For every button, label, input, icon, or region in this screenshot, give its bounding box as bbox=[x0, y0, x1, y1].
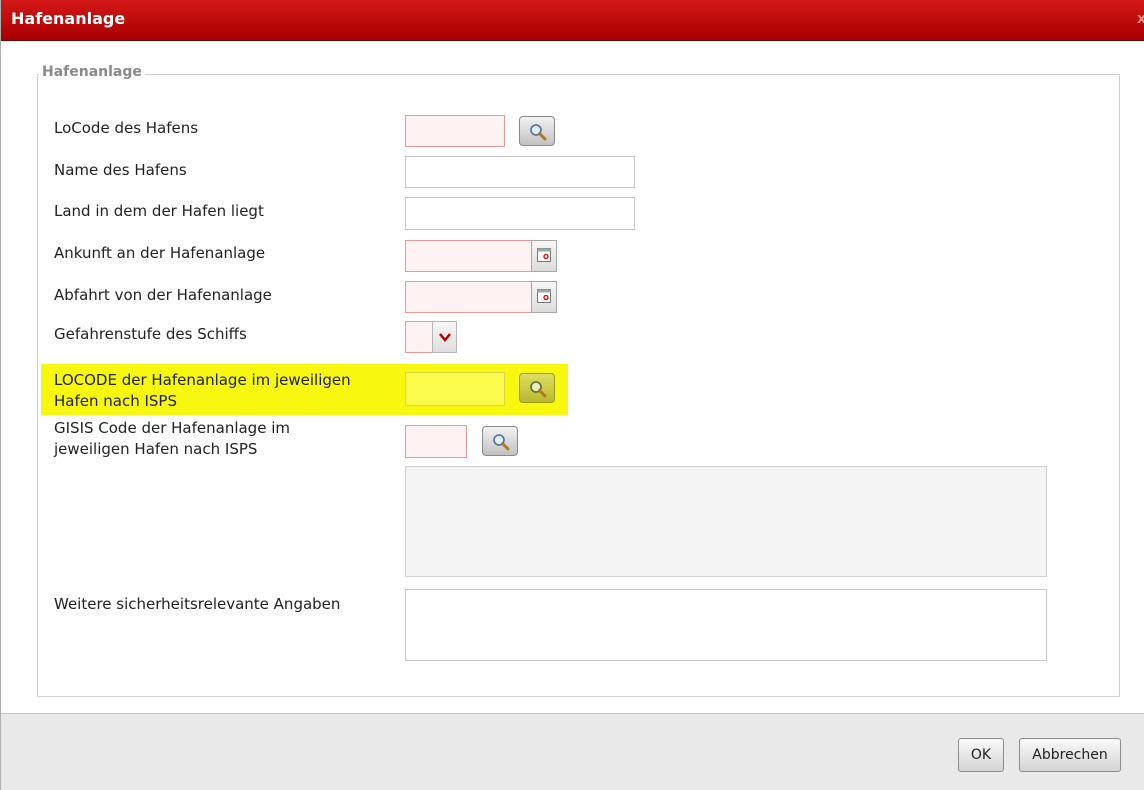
locode-search-button[interactable] bbox=[519, 116, 555, 146]
gisis-code-label-line1: GISIS Code der Hafenanlage im bbox=[54, 419, 290, 437]
close-icon[interactable]: x bbox=[1137, 8, 1144, 30]
security-level-label: Gefahrenstufe des Schiffs bbox=[54, 325, 247, 343]
security-level-dropdown-button[interactable] bbox=[432, 321, 457, 353]
fieldset-legend: Hafenanlage bbox=[39, 64, 145, 80]
arrival-label: Ankunft an der Hafenanlage bbox=[54, 244, 266, 262]
search-icon bbox=[530, 381, 547, 398]
gisis-details-textarea bbox=[405, 466, 1047, 577]
search-icon bbox=[493, 434, 510, 451]
country-input[interactable] bbox=[405, 197, 635, 230]
cancel-button[interactable]: Abbrechen bbox=[1019, 738, 1121, 772]
further-info-label: Weitere sicherheitsrelevante Angaben bbox=[54, 595, 341, 613]
window-title: Hafenanlage bbox=[11, 9, 126, 28]
locode-input[interactable] bbox=[405, 115, 505, 147]
gisis-code-search-button[interactable] bbox=[482, 426, 518, 456]
facility-locode-label-line1: LOCODE der Hafenanlage im jeweiligen bbox=[54, 371, 351, 389]
gisis-code-input[interactable] bbox=[405, 425, 467, 458]
arrival-input[interactable] bbox=[405, 240, 532, 272]
security-level-select[interactable] bbox=[405, 321, 433, 353]
dialog-window: Hafenanlage x Hafenanlage LoCode des Haf… bbox=[0, 0, 1144, 790]
further-info-textarea[interactable] bbox=[405, 589, 1047, 661]
title-bar[interactable]: Hafenanlage x bbox=[1, 0, 1144, 41]
port-name-label: Name des Hafens bbox=[54, 161, 187, 179]
port-name-input[interactable] bbox=[405, 156, 635, 188]
dialog-footer: OK Abbrechen bbox=[1, 713, 1144, 790]
departure-input[interactable] bbox=[405, 281, 532, 313]
departure-date-picker-button[interactable] bbox=[531, 281, 557, 313]
chevron-down-icon bbox=[439, 333, 451, 342]
gisis-code-label-line2: jeweiligen Hafen nach ISPS bbox=[54, 440, 258, 458]
arrival-date-picker-button[interactable] bbox=[531, 240, 557, 272]
facility-locode-label-line2: Hafen nach ISPS bbox=[54, 392, 177, 410]
departure-label: Abfahrt von der Hafenanlage bbox=[54, 286, 272, 304]
calendar-icon bbox=[537, 248, 551, 262]
ok-button[interactable]: OK bbox=[958, 738, 1004, 772]
calendar-icon bbox=[537, 289, 551, 303]
country-label: Land in dem der Hafen liegt bbox=[54, 202, 264, 220]
locode-label: LoCode des Hafens bbox=[54, 119, 199, 137]
search-icon bbox=[530, 124, 547, 141]
facility-locode-search-button[interactable] bbox=[519, 373, 555, 403]
facility-locode-input[interactable] bbox=[405, 372, 505, 406]
